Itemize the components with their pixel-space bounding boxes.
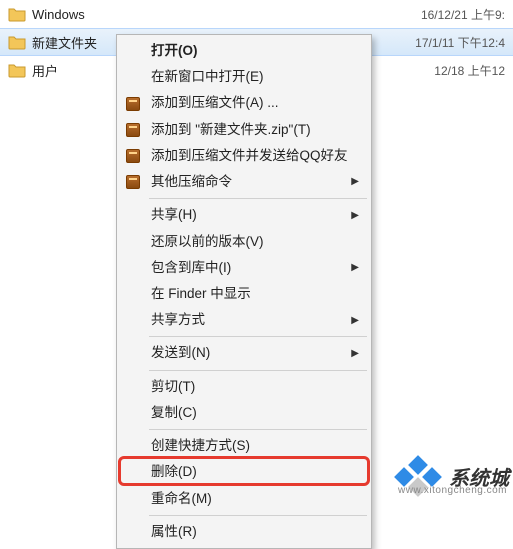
menu-label: 发送到(N) (151, 344, 210, 362)
menu-label: 重命名(M) (151, 490, 212, 508)
menu-share-ways[interactable]: 共享方式 ▶ (119, 307, 369, 333)
menu-other-compress[interactable]: 其他压缩命令 ▶ (119, 169, 369, 195)
menu-label: 创建快捷方式(S) (151, 437, 250, 455)
menu-label: 属性(R) (151, 523, 197, 541)
menu-label: 在 Finder 中显示 (151, 285, 251, 303)
menu-label: 还原以前的版本(V) (151, 233, 264, 251)
menu-label: 复制(C) (151, 404, 197, 422)
submenu-arrow-icon: ▶ (351, 347, 359, 361)
folder-icon (8, 62, 26, 78)
menu-label: 添加到 "新建文件夹.zip"(T) (151, 121, 311, 139)
archive-icon (125, 96, 141, 112)
file-name: Windows (32, 7, 413, 22)
menu-send-to[interactable]: 发送到(N) ▶ (119, 340, 369, 366)
menu-copy[interactable]: 复制(C) (119, 400, 369, 426)
menu-show-in-finder[interactable]: 在 Finder 中显示 (119, 281, 369, 307)
submenu-arrow-icon: ▶ (351, 261, 359, 275)
archive-icon (125, 174, 141, 190)
menu-rename[interactable]: 重命名(M) (119, 486, 369, 512)
submenu-arrow-icon: ▶ (351, 175, 359, 189)
file-date: 16/12/21 上午9: (421, 6, 505, 23)
menu-separator (149, 336, 367, 337)
menu-delete[interactable]: 删除(D) (119, 459, 369, 485)
menu-label: 添加到压缩文件(A) ... (151, 94, 279, 112)
menu-label: 共享(H) (151, 206, 197, 224)
menu-open-new-window[interactable]: 在新窗口中打开(E) (119, 64, 369, 90)
archive-icon (125, 122, 141, 138)
menu-label: 添加到压缩文件并发送给QQ好友 (151, 147, 348, 165)
menu-separator (149, 198, 367, 199)
menu-label: 共享方式 (151, 311, 205, 329)
menu-separator (149, 515, 367, 516)
menu-label: 包含到库中(I) (151, 259, 231, 277)
menu-label: 打开(O) (151, 42, 198, 60)
menu-restore-versions[interactable]: 还原以前的版本(V) (119, 229, 369, 255)
menu-label: 删除(D) (151, 463, 197, 481)
submenu-arrow-icon: ▶ (351, 209, 359, 223)
menu-add-to-named-zip[interactable]: 添加到 "新建文件夹.zip"(T) (119, 117, 369, 143)
file-row[interactable]: Windows 16/12/21 上午9: (0, 0, 513, 28)
menu-label: 其他压缩命令 (151, 173, 232, 191)
menu-properties[interactable]: 属性(R) (119, 519, 369, 545)
menu-cut[interactable]: 剪切(T) (119, 374, 369, 400)
context-menu: 打开(O) 在新窗口中打开(E) 添加到压缩文件(A) ... 添加到 "新建文… (116, 34, 372, 549)
menu-share-h[interactable]: 共享(H) ▶ (119, 202, 369, 228)
menu-add-to-archive[interactable]: 添加到压缩文件(A) ... (119, 90, 369, 116)
menu-open[interactable]: 打开(O) (119, 38, 369, 64)
menu-include-in-library[interactable]: 包含到库中(I) ▶ (119, 255, 369, 281)
watermark: 系统城 www.xitongcheng.com (397, 458, 509, 494)
menu-compress-send-qq[interactable]: 添加到压缩文件并发送给QQ好友 (119, 143, 369, 169)
watermark-url: www.xitongcheng.com (398, 485, 507, 496)
menu-label: 在新窗口中打开(E) (151, 68, 264, 86)
menu-create-shortcut[interactable]: 创建快捷方式(S) (119, 433, 369, 459)
menu-label: 剪切(T) (151, 378, 195, 396)
archive-icon (125, 148, 141, 164)
menu-separator (149, 370, 367, 371)
file-date: 12/18 上午12 (434, 62, 505, 79)
submenu-arrow-icon: ▶ (351, 314, 359, 328)
folder-icon (8, 34, 26, 50)
menu-separator (149, 429, 367, 430)
file-date: 17/1/11 下午12:4 (415, 34, 505, 51)
folder-icon (8, 6, 26, 22)
